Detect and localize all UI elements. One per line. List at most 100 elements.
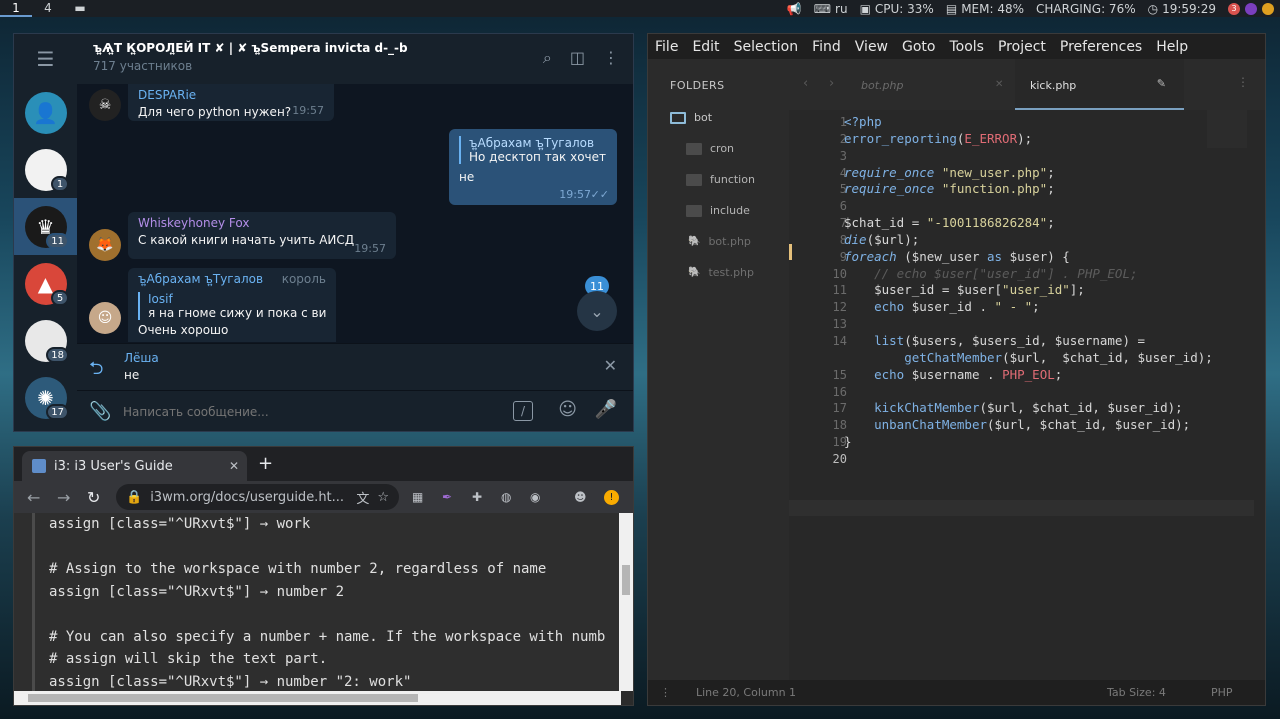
- cat-extension-icon[interactable]: ☻: [574, 490, 587, 504]
- menu-icon[interactable]: ☰: [14, 34, 77, 84]
- tray-app-icon-2[interactable]: [1262, 2, 1274, 15]
- tree-item-label: bot.php: [708, 235, 751, 248]
- avatar[interactable]: 🦊: [89, 229, 121, 261]
- tree-item-include[interactable]: include: [686, 204, 750, 217]
- tab-bot-php[interactable]: bot.php: [861, 79, 903, 92]
- code-line: $user_id = $user["user_id"];: [844, 282, 1085, 298]
- ninja-extension-icon[interactable]: ◉: [530, 490, 540, 504]
- minimap[interactable]: [1207, 110, 1247, 148]
- microphone-icon[interactable]: 🎤: [595, 399, 617, 420]
- more-icon[interactable]: ⋮: [603, 48, 619, 68]
- code-line: list($users, $users_id, $username) =: [874, 332, 1146, 348]
- close-tab-icon[interactable]: ✕: [229, 459, 239, 473]
- tree-item-bot[interactable]: bot: [670, 111, 712, 124]
- unread-badge: 1: [51, 176, 69, 192]
- code-line: die($url);: [844, 231, 920, 247]
- menu-tools[interactable]: Tools: [949, 39, 984, 55]
- vertical-scrollbar[interactable]: [619, 513, 633, 691]
- avatar[interactable]: ☠: [89, 89, 121, 121]
- chat-item[interactable]: 1: [14, 141, 77, 198]
- avatar[interactable]: ☺: [89, 302, 121, 334]
- workspace-1[interactable]: 1: [0, 0, 32, 17]
- close-tab-icon[interactable]: ✕: [995, 79, 1003, 90]
- browser-toolbar: ← → ↻ 🔒 i3wm.org/docs/userguide.ht... 文 …: [14, 481, 633, 513]
- chevron-right-icon[interactable]: ›: [829, 76, 834, 91]
- tree-item-test-php[interactable]: 🐘 test.php: [688, 266, 754, 279]
- menu-selection[interactable]: Selection: [734, 39, 799, 55]
- tab-active[interactable]: kick.php ✎: [1015, 59, 1184, 110]
- chat-item[interactable]: ✺ 17: [14, 369, 77, 426]
- browser-tab[interactable]: i3: i3 User's Guide ✕: [22, 451, 247, 481]
- globe-extension-icon[interactable]: ◍: [501, 490, 511, 504]
- tree-item-label: include: [710, 204, 750, 217]
- menu-goto[interactable]: Goto: [902, 39, 935, 55]
- message-area: ☠ DESPARie Для чего python нужен? 19:57 …: [77, 84, 633, 342]
- tree-item-function[interactable]: function: [686, 173, 755, 186]
- chat-item-selected[interactable]: ♛ 11: [14, 198, 77, 255]
- sender-name[interactable]: DESPARie: [138, 88, 324, 102]
- menu-preferences[interactable]: Preferences: [1060, 39, 1142, 55]
- reply-quote[interactable]: ъ͍Абрахам ъ͍Тугалов Но десктоп так хочет…: [459, 136, 607, 164]
- modified-line-marker: [789, 244, 792, 260]
- cpu-icon: ▣: [859, 1, 871, 16]
- sender-name[interactable]: Whiskeyhoney Fox: [138, 216, 386, 230]
- bot-command-icon[interactable]: /: [513, 401, 533, 421]
- scroll-down-button[interactable]: ⌄: [577, 291, 617, 331]
- menu-project[interactable]: Project: [998, 39, 1046, 55]
- attach-icon[interactable]: 📎: [89, 401, 111, 422]
- syntax-mode[interactable]: PHP: [1211, 686, 1233, 699]
- sidebar: FOLDERS bot cron function include 🐘 bot.p…: [648, 59, 789, 682]
- translate-icon[interactable]: 文: [356, 488, 369, 507]
- chevron-left-icon[interactable]: ‹: [803, 76, 808, 91]
- tray-badge[interactable]: 3: [1228, 2, 1240, 15]
- message-input[interactable]: [123, 401, 473, 423]
- forward-icon[interactable]: →: [57, 488, 70, 507]
- tab-size[interactable]: Tab Size: 4: [1107, 686, 1166, 699]
- line-number: 14: [832, 333, 847, 348]
- more-icon[interactable]: ⋮: [1237, 75, 1249, 89]
- horizontal-scrollbar[interactable]: [14, 691, 621, 705]
- sender-name[interactable]: ъ͍Абрахам ъ͍Тугалов: [138, 272, 263, 286]
- menu-find[interactable]: Find: [812, 39, 841, 55]
- scroll-thumb[interactable]: [622, 565, 630, 595]
- scroll-thumb[interactable]: [28, 694, 418, 702]
- extension-icon[interactable]: ✚: [472, 490, 482, 504]
- menu-file[interactable]: File: [655, 39, 678, 55]
- reply-to-text: не: [124, 368, 140, 382]
- tree-item-bot-php[interactable]: 🐘 bot.php: [688, 235, 751, 248]
- sidebar-toggle-icon[interactable]: ⋮: [660, 686, 671, 699]
- sidebar-toggle-icon[interactable]: ◫: [570, 48, 585, 68]
- workspace-4[interactable]: 4: [32, 0, 64, 17]
- address-bar[interactable]: 🔒 i3wm.org/docs/userguide.ht... 文 ☆: [116, 484, 399, 510]
- chat-item[interactable]: 👤: [14, 84, 77, 141]
- menu-view[interactable]: View: [855, 39, 888, 55]
- chat-item[interactable]: ▲ 5: [14, 255, 77, 312]
- quill-extension-icon[interactable]: ✒: [442, 490, 452, 504]
- code-editor[interactable]: 1 2 3 4 5 6 7 8 9 10 11 12 13 14 15 16 17 18 19 20 <?php er…: [789, 110, 1265, 682]
- chat-header[interactable]: ъ͍Ѧ͍Т К͍ОРОЛ͍ЕЙ ΙΤ ✘ | ✘ ъ͍Sempera invic…: [77, 34, 633, 84]
- back-icon[interactable]: ←: [27, 488, 40, 507]
- tab-title: i3: i3 User's Guide: [54, 458, 173, 474]
- search-icon[interactable]: ⌕: [543, 48, 552, 68]
- tree-item-cron[interactable]: cron: [686, 142, 734, 155]
- chat-item[interactable]: 18: [14, 312, 77, 369]
- menu-edit[interactable]: Edit: [692, 39, 719, 55]
- tray-app-icon[interactable]: [1245, 2, 1257, 15]
- code-line: // echo $user["user_id"] . PHP_EOL;: [844, 265, 1138, 281]
- reply-name: Iosif: [148, 292, 173, 306]
- bookmark-star-icon[interactable]: ☆: [377, 490, 389, 505]
- alert-extension-icon[interactable]: !: [604, 489, 619, 505]
- new-tab-icon[interactable]: +: [258, 453, 273, 474]
- line-number: 10: [832, 266, 847, 281]
- folder-icon: ▬: [74, 1, 86, 15]
- reply-quote[interactable]: Iosif я на гноме сижу и пока с ви...: [138, 292, 326, 320]
- chat-list: ☰ 👤 1 ♛ 11 ▲ 5 18 ✺ 17: [14, 34, 77, 431]
- emoji-icon[interactable]: ☺: [558, 399, 577, 420]
- reload-icon[interactable]: ↻: [87, 488, 100, 507]
- qr-extension-icon[interactable]: ▦: [412, 490, 423, 504]
- menu-help[interactable]: Help: [1156, 39, 1188, 55]
- close-icon[interactable]: ✕: [604, 356, 617, 375]
